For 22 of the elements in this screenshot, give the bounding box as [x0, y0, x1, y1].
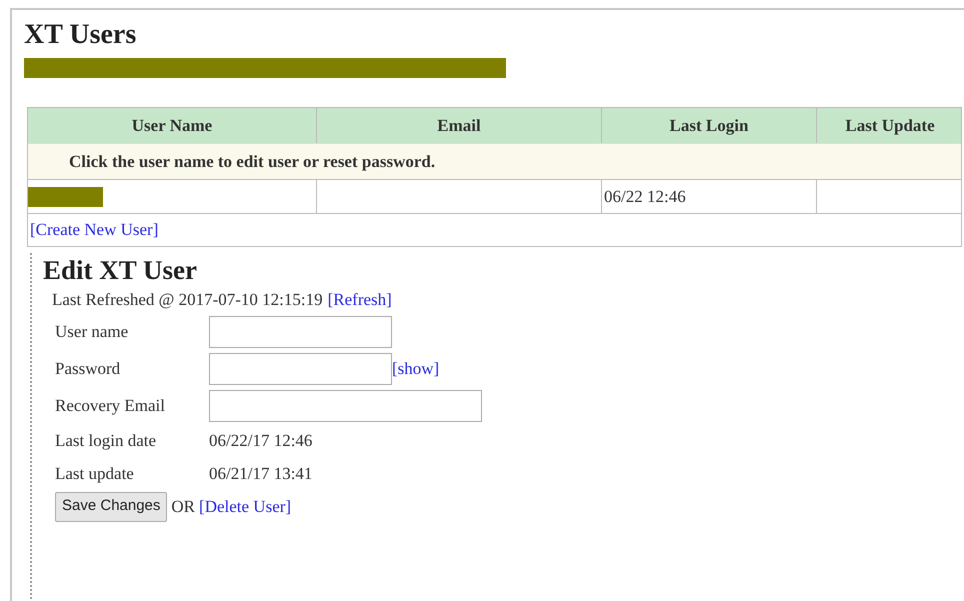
notice-text: Click the user name to edit user or reset password.: [28, 143, 961, 179]
delete-user-link[interactable]: [Delete User]: [199, 494, 292, 520]
input-field[interactable]: [209, 353, 392, 385]
info-value: 06/21/17 13:41: [209, 463, 312, 486]
field-label: User name: [55, 321, 130, 344]
info-label: Last login date: [55, 430, 158, 452]
input-field[interactable]: [209, 316, 392, 348]
section-title: Edit XT User: [43, 255, 198, 285]
refresh-link[interactable]: [Refresh]: [328, 287, 392, 312]
field-label: Password: [55, 358, 122, 380]
input-field[interactable]: [209, 390, 482, 422]
info-value: 06/22/17 12:46: [209, 430, 312, 452]
create-user-link[interactable]: [Create New User]: [30, 217, 158, 243]
table-cell-text: 06/22 12:46: [604, 186, 686, 208]
show-password-link[interactable]: [show]: [392, 356, 440, 382]
field-label: Recovery Email: [55, 395, 166, 418]
or-text: OR: [171, 496, 196, 518]
column-header: User Name: [130, 114, 214, 137]
page-title: XT Users: [24, 20, 138, 50]
info-label: Last update: [55, 463, 135, 486]
last-refreshed-text: Last Refreshed @ 2017-07-10 12:15:19: [52, 289, 323, 311]
save-button[interactable]: Save Changes: [55, 492, 168, 522]
